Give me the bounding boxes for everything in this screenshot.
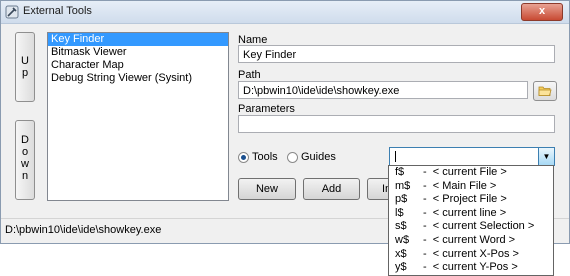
text-caret	[395, 151, 396, 162]
up-letter: p	[21, 67, 29, 79]
add-button[interactable]: Add	[303, 178, 360, 200]
close-button[interactable]: x	[521, 3, 563, 21]
list-item[interactable]: Character Map	[48, 59, 228, 72]
dropdown-item[interactable]: l$ - < current line >	[389, 207, 553, 221]
parameters-field[interactable]	[238, 115, 555, 133]
path-label: Path	[238, 69, 261, 81]
guides-radio-label: Guides	[301, 151, 336, 163]
dropdown-item-desc: - < current File >	[423, 166, 507, 178]
status-text: D:\pbwin10\ide\ide\showkey.exe	[5, 224, 162, 236]
dropdown-item-code: s$	[395, 220, 407, 233]
dropdown-item-desc: - < current Y-Pos >	[423, 261, 518, 274]
path-field[interactable]: D:\pbwin10\ide\ide\showkey.exe	[238, 81, 528, 99]
tools-listbox[interactable]: Key Finder Bitmask Viewer Character Map …	[47, 32, 229, 201]
dropdown-item-code: l$	[395, 206, 404, 219]
tools-radio[interactable]	[238, 152, 249, 163]
list-item[interactable]: Bitmask Viewer	[48, 46, 228, 59]
placeholder-dropdown-list[interactable]: f$ - < current File > m$ - < Main File > p…	[388, 165, 554, 276]
move-up-button[interactable]: U p	[15, 32, 35, 102]
tools-radio-label: Tools	[252, 151, 278, 163]
dropdown-item[interactable]: p$ - < Project File >	[389, 193, 553, 207]
dropdown-item-code: m$	[395, 179, 411, 192]
chevron-down-icon[interactable]: ▼	[538, 148, 554, 165]
dropdown-item-code: y$	[395, 261, 407, 274]
dropdown-item-code: f$	[395, 166, 405, 178]
dropdown-item-desc: - < current Word >	[423, 233, 516, 246]
dropdown-item-desc: - < Project File >	[423, 193, 507, 206]
dropdown-item-code: x$	[395, 247, 407, 260]
move-down-button[interactable]: D o w n	[15, 120, 35, 200]
guides-radio[interactable]	[287, 152, 298, 163]
down-letter: w	[21, 158, 29, 170]
title-bar[interactable]: External Tools x	[1, 1, 569, 24]
new-button[interactable]: New	[238, 178, 296, 200]
dropdown-item-desc: - < Main File >	[423, 179, 497, 192]
down-letter: n	[21, 170, 29, 182]
dropdown-item[interactable]: s$ - < current Selection >	[389, 220, 553, 234]
list-item[interactable]: Debug String Viewer (Sysint)	[48, 72, 228, 85]
up-letter: U	[21, 55, 29, 67]
name-field[interactable]: Key Finder	[238, 45, 555, 63]
window-title: External Tools	[23, 5, 92, 17]
folder-icon	[538, 86, 552, 96]
dropdown-item[interactable]: x$ - < current X-Pos >	[389, 248, 553, 262]
down-letter: o	[21, 146, 29, 158]
tools-app-icon	[5, 5, 19, 19]
dropdown-item[interactable]: w$ - < current Word >	[389, 234, 553, 248]
dropdown-item-desc: - < current X-Pos >	[423, 247, 519, 260]
dropdown-item-desc: - < current line >	[423, 206, 507, 219]
placeholder-combo[interactable]: ▼	[389, 147, 555, 166]
dropdown-item-desc: - < current Selection >	[423, 220, 535, 233]
dropdown-item[interactable]: f$ - < current File >	[389, 166, 553, 180]
down-letter: D	[21, 134, 29, 146]
dropdown-item-code: p$	[395, 193, 408, 206]
dropdown-item-code: w$	[395, 233, 410, 246]
parameters-label: Parameters	[238, 103, 295, 115]
list-item[interactable]: Key Finder	[48, 33, 228, 46]
dropdown-item[interactable]: m$ - < Main File >	[389, 180, 553, 194]
browse-button[interactable]	[533, 81, 557, 101]
dropdown-item[interactable]: y$ - < current Y-Pos >	[389, 261, 553, 275]
